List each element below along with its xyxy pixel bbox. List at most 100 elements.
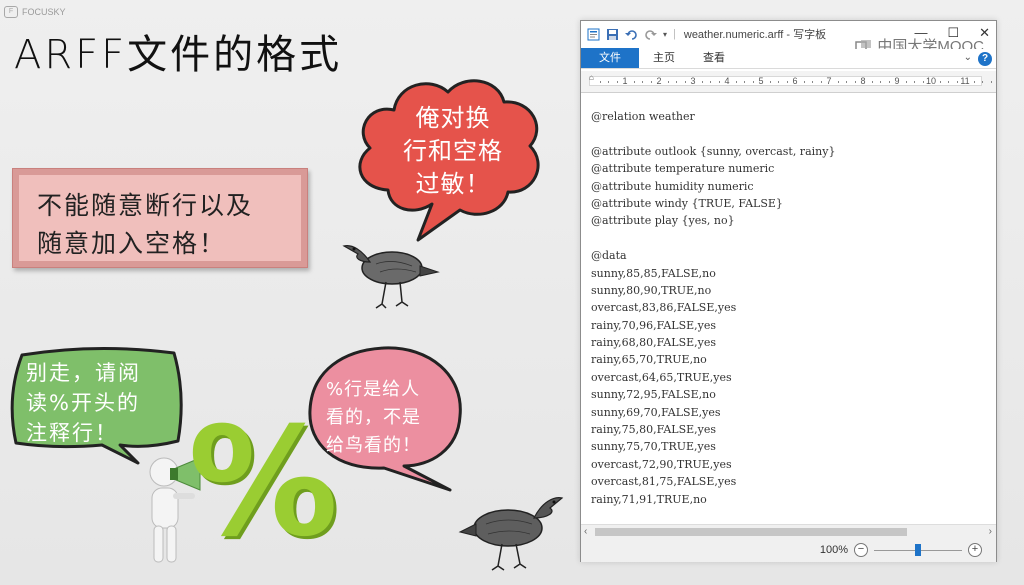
ruler-number: 4 — [724, 76, 730, 86]
help-icon[interactable]: ? — [978, 52, 992, 66]
undo-icon[interactable] — [625, 28, 638, 41]
document-line[interactable]: @attribute windy {TRUE, FALSE} — [591, 195, 996, 212]
ruler-tick — [778, 81, 779, 83]
ruler-tick — [837, 81, 839, 83]
ruler-tick — [812, 81, 813, 83]
slide-title: ARFF文件的格式 — [14, 32, 343, 78]
ruler-tick — [608, 81, 609, 83]
document-line[interactable]: @attribute play {yes, no} — [591, 212, 996, 229]
document-line[interactable]: @data — [591, 247, 996, 264]
scrollbar-thumb[interactable] — [595, 528, 907, 536]
document-line[interactable]: overcast,83,86,FALSE,yes — [591, 299, 996, 316]
ruler-tick — [676, 81, 677, 83]
ruler-tick — [599, 81, 601, 83]
zoom-slider[interactable] — [874, 543, 962, 557]
document-line[interactable] — [591, 125, 996, 142]
document-line[interactable]: rainy,71,91,TRUE,no — [591, 491, 996, 508]
document-line[interactable]: rainy,70,96,FALSE,yes — [591, 317, 996, 334]
ruler-tick — [990, 81, 992, 83]
ruler-tick — [905, 81, 907, 83]
ribbon-collapse-icon[interactable]: ⌄ — [964, 52, 972, 63]
ruler-tick — [854, 81, 856, 83]
ruler-tick — [710, 81, 711, 83]
document-line[interactable]: sunny,69,70,FALSE,yes — [591, 404, 996, 421]
ruler-number: 8 — [860, 76, 866, 86]
ribbon-tabs: 文件 主页 查看 — [581, 48, 996, 69]
document-line[interactable]: sunny,80,90,TRUE,no — [591, 282, 996, 299]
ruler-tick — [701, 81, 703, 83]
ruler-tick — [786, 81, 788, 83]
red-cloud-line: 行和空格 — [403, 137, 503, 165]
green-bubble-line: 注释行！ — [26, 421, 118, 445]
document-line[interactable]: sunny,75,70,TRUE,yes — [591, 438, 996, 455]
document-line[interactable] — [591, 230, 996, 247]
green-bubble-line: 别走，请阅 — [26, 361, 141, 385]
ruler-tick — [735, 81, 737, 83]
pink-bubble-line: %行是给人 — [326, 379, 421, 400]
ruler-tick — [948, 81, 949, 83]
pink-note-line: 不能随意断行以及 — [37, 191, 254, 220]
document-line[interactable]: overcast,81,75,FALSE,yes — [591, 473, 996, 490]
document-line[interactable]: rainy,65,70,TRUE,no — [591, 351, 996, 368]
ruler-number: 3 — [690, 76, 696, 86]
document-line[interactable]: overcast,72,90,TRUE,yes — [591, 456, 996, 473]
pink-bubble-text: %行是给人 看的，不是 给鸟看的！ — [326, 376, 446, 460]
scroll-right-icon[interactable]: › — [989, 525, 992, 539]
ruler-number: 5 — [758, 76, 764, 86]
wordpad-window: ▾ | weather.numeric.arff - 写字板 — ☐ ✕ 中国大… — [580, 20, 997, 562]
zoom-level: 100% — [819, 544, 848, 556]
green-bubble-line: 读%开头的 — [26, 391, 140, 415]
scroll-left-icon[interactable]: ‹ — [584, 525, 587, 539]
tab-view[interactable]: 查看 — [689, 48, 739, 68]
green-bubble-text: 别走，请阅 读%开头的 注释行！ — [26, 358, 174, 448]
wordpad-app-icon — [587, 28, 600, 40]
horizontal-scrollbar[interactable]: ‹ › — [581, 524, 996, 538]
ruler-tick — [718, 81, 720, 83]
document-line[interactable]: overcast,64,65,TRUE,yes — [591, 369, 996, 386]
ruler-tick — [684, 81, 686, 83]
document-line[interactable]: @attribute humidity numeric — [591, 178, 996, 195]
pink-note-line: 随意加入空格！ — [37, 229, 227, 258]
document-line[interactable]: rainy,75,80,FALSE,yes — [591, 421, 996, 438]
qat-dropdown-icon[interactable]: ▾ — [663, 30, 667, 39]
ruler-tick — [616, 81, 618, 83]
tab-home[interactable]: 主页 — [639, 48, 689, 68]
ruler-strip[interactable]: 1 2 3 4 5 6 7 8 9 10 11 — [589, 76, 992, 86]
ruler-tick — [667, 81, 669, 83]
indent-marker-icon[interactable]: ⌂ — [589, 73, 594, 82]
red-cloud-line: 俺对换 — [415, 104, 491, 132]
document-area[interactable]: @relation weather @attribute outlook {sun… — [581, 94, 996, 524]
ruler-tick — [846, 81, 847, 83]
document-line[interactable]: rainy,68,80,FALSE,yes — [591, 334, 996, 351]
zoom-out-icon[interactable]: − — [854, 543, 868, 557]
ruler-tick — [650, 81, 652, 83]
save-icon[interactable] — [606, 28, 619, 41]
ruler-tick — [752, 81, 754, 83]
ruler-tick — [803, 81, 805, 83]
redo-icon[interactable] — [644, 28, 657, 41]
tab-file[interactable]: 文件 — [581, 48, 639, 68]
red-cloud-line: 过敏！ — [415, 170, 491, 198]
document-line[interactable]: @attribute outlook {sunny, overcast, rai… — [591, 143, 996, 160]
ruler[interactable]: 1 2 3 4 5 6 7 8 9 10 11 ⌂ — [581, 71, 996, 93]
document-line[interactable]: @attribute temperature numeric — [591, 160, 996, 177]
ruler-tick — [871, 81, 873, 83]
ruler-tick — [939, 81, 941, 83]
ruler-number: 2 — [656, 76, 662, 86]
ruler-tick — [888, 81, 890, 83]
pink-note-box: 不能随意断行以及 随意加入空格！ — [12, 168, 308, 268]
ruler-number: 6 — [792, 76, 798, 86]
window-title: weather.numeric.arff - 写字板 — [683, 29, 827, 41]
ruler-tick — [769, 81, 771, 83]
document-line[interactable]: sunny,85,85,FALSE,no — [591, 265, 996, 282]
ruler-number: 7 — [826, 76, 832, 86]
ruler-tick — [914, 81, 915, 83]
zoom-slider-knob[interactable] — [915, 544, 921, 556]
focusky-logo-icon: F — [4, 6, 18, 18]
quick-access-toolbar: ▾ | — [581, 28, 676, 41]
status-bar: 100% − + — [581, 538, 996, 562]
red-cloud-text: 俺对换 行和空格 过敏！ — [388, 102, 518, 201]
zoom-in-icon[interactable]: + — [968, 543, 982, 557]
document-line[interactable]: @relation weather — [591, 108, 996, 125]
document-line[interactable]: sunny,72,95,FALSE,no — [591, 386, 996, 403]
